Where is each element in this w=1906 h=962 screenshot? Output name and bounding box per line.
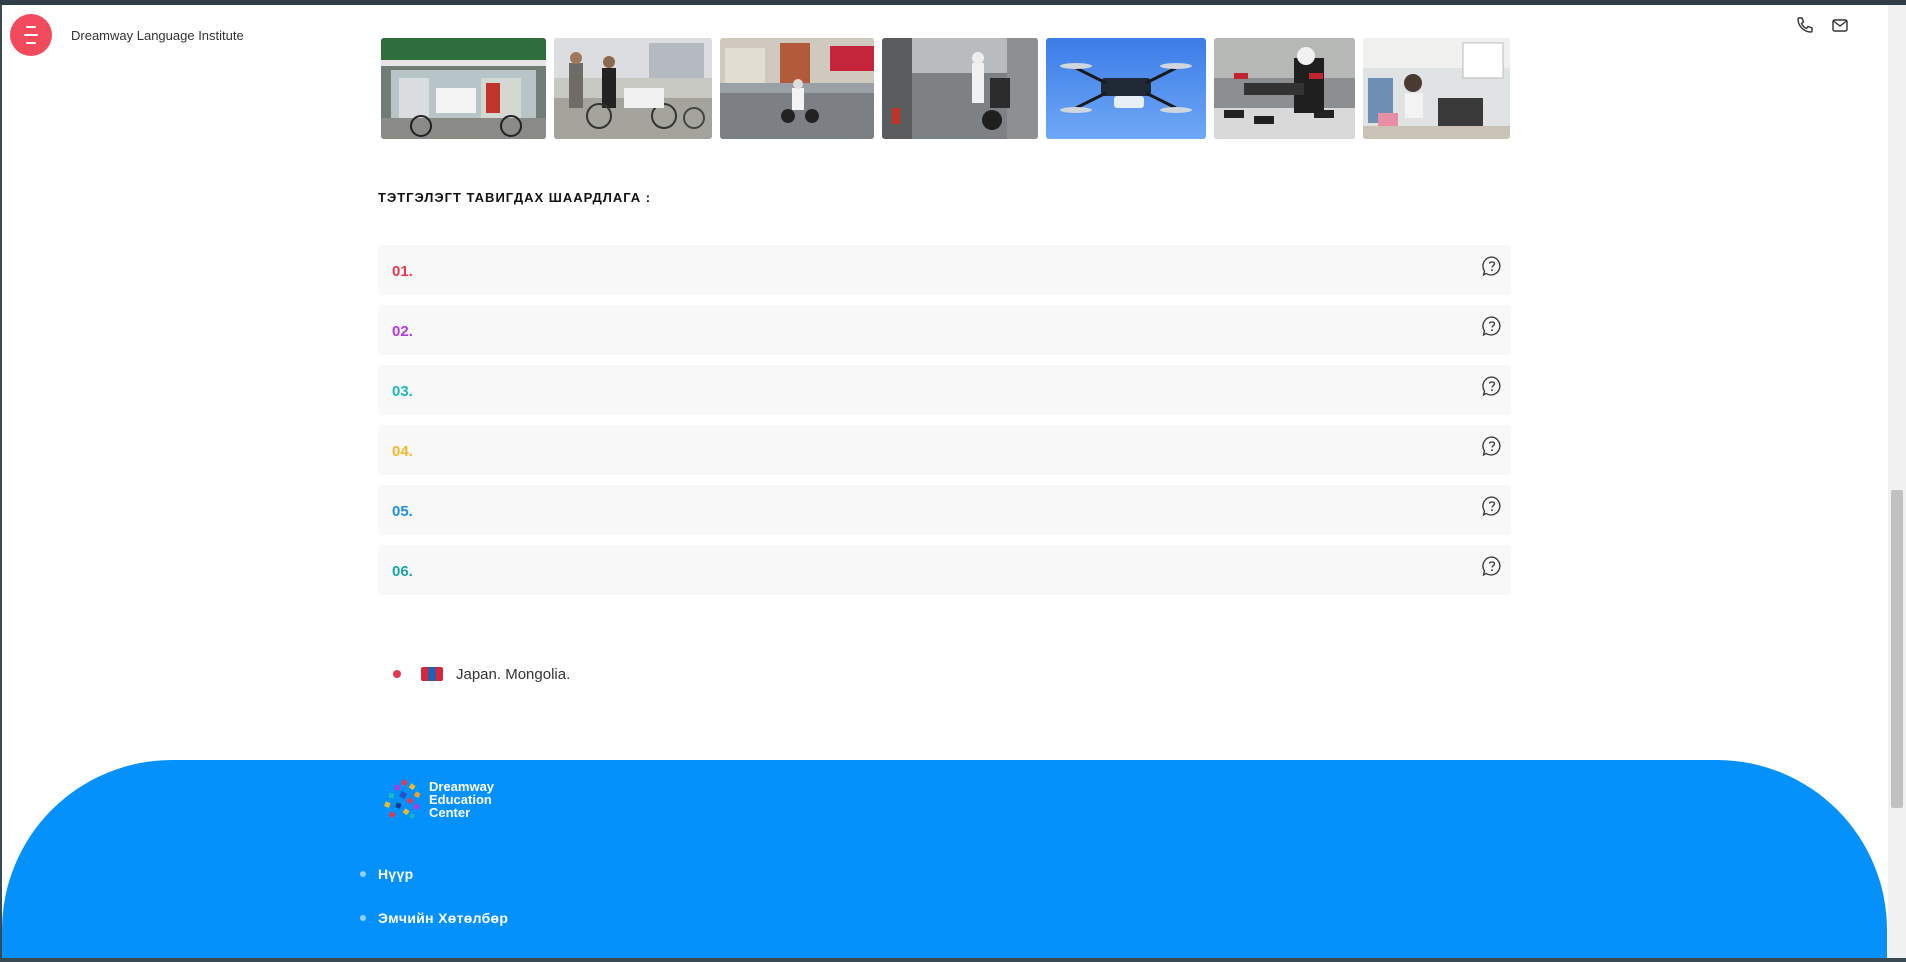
question-bubble-icon[interactable] [1481, 255, 1503, 277]
window-left-border [0, 5, 2, 962]
question-bubble-icon[interactable] [1481, 375, 1503, 397]
mongolia-flag-icon [421, 667, 443, 681]
bullet-dot [360, 915, 366, 921]
japan-flag-icon [387, 665, 407, 683]
scrollbar-thumb[interactable] [1891, 490, 1903, 808]
question-bubble-icon[interactable] [1481, 435, 1503, 457]
requirement-number: 02. [392, 323, 413, 340]
question-bubble-icon[interactable] [1481, 495, 1503, 517]
footer [2, 760, 1887, 962]
footer-logo-text[interactable]: Dreamway Education Center [429, 780, 494, 819]
footer-link-doctor-program[interactable]: Эмчийн Хөтөлбөр [378, 910, 508, 926]
photo-drone[interactable] [1046, 38, 1206, 139]
requirement-item-03[interactable]: 03. [378, 365, 1511, 415]
photo-scooter-delivery[interactable] [720, 38, 874, 139]
photo-drone-technician[interactable] [1214, 38, 1355, 139]
requirement-item-01[interactable]: 01. [378, 245, 1511, 295]
requirements-title: ТЭТГЭЛЭГТ ТАВИГДАХ ШААРДЛАГА : [378, 190, 652, 205]
requirement-number: 04. [392, 443, 413, 460]
mail-icon[interactable] [1830, 15, 1850, 35]
requirement-item-02[interactable]: 02. [378, 305, 1511, 355]
window-bottom-border [0, 958, 1906, 962]
photo-motorbike-delivery[interactable] [882, 38, 1038, 139]
menu-button[interactable] [10, 14, 52, 56]
requirement-item-05[interactable]: 05. [378, 485, 1511, 535]
photo-store-delivery[interactable] [381, 38, 546, 139]
requirement-number: 06. [392, 563, 413, 580]
phone-icon[interactable] [1795, 15, 1815, 35]
dreamway-logo-icon[interactable] [380, 776, 428, 824]
requirement-number: 03. [392, 383, 413, 400]
requirement-item-04[interactable]: 04. [378, 425, 1511, 475]
photo-bicycle-delivery[interactable] [554, 38, 712, 139]
bullet-dot [360, 871, 366, 877]
footer-link-home[interactable]: Нүүр [378, 866, 413, 882]
requirement-number: 05. [392, 503, 413, 520]
countries-text: Japan. Mongolia. [456, 666, 571, 683]
photo-office-worker[interactable] [1363, 38, 1510, 139]
requirement-number: 01. [392, 263, 413, 280]
brand-name[interactable]: Dreamway Language Institute [71, 28, 244, 43]
question-bubble-icon[interactable] [1481, 555, 1503, 577]
question-bubble-icon[interactable] [1481, 315, 1503, 337]
window-top-border [0, 0, 1906, 5]
scrollbar-track[interactable] [1888, 5, 1906, 958]
hamburger-icon [26, 26, 36, 28]
requirement-item-06[interactable]: 06. [378, 545, 1511, 595]
